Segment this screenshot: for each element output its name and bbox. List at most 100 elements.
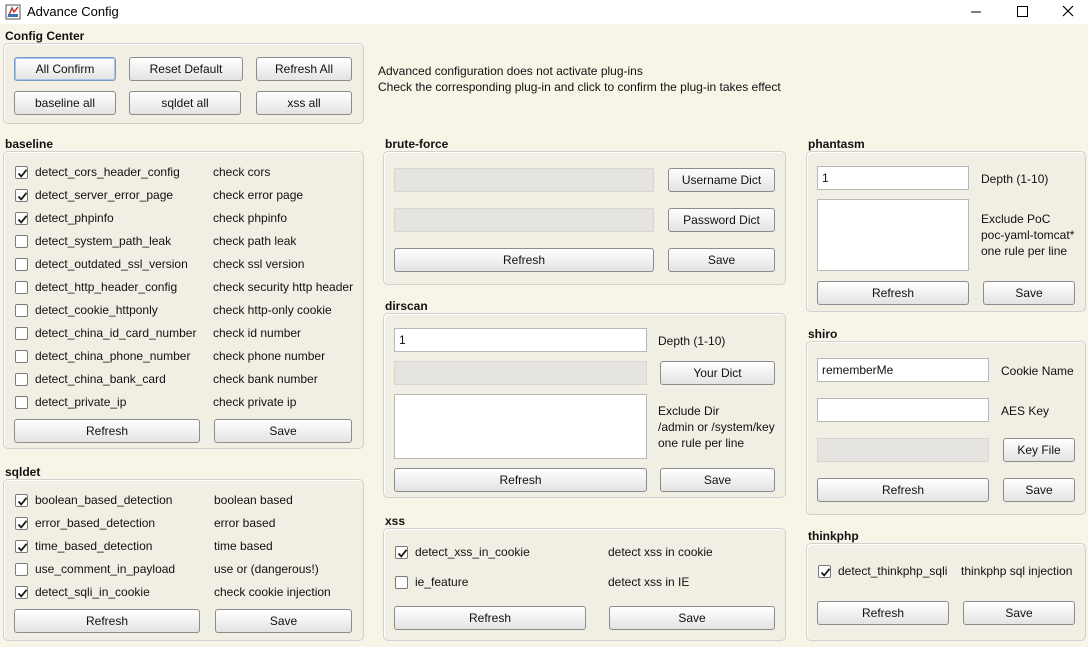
dirscan-exclude-label: Exclude Dir <box>658 404 720 418</box>
checkbox-row-detect-china-phone-number[interactable]: detect_china_phone_number check phone num… <box>4 349 325 363</box>
config-center-panel: All Confirm Reset Default Refresh All ba… <box>3 43 364 124</box>
checkbox[interactable] <box>15 373 28 386</box>
checkbox[interactable] <box>395 576 408 589</box>
shiro-aes-key-input[interactable] <box>817 398 989 422</box>
checkbox[interactable] <box>818 565 831 578</box>
checkbox[interactable] <box>15 517 28 530</box>
xss-save-button[interactable]: Save <box>609 606 775 630</box>
refresh-all-button[interactable]: Refresh All <box>256 57 352 81</box>
checkbox[interactable] <box>15 327 28 340</box>
checkmark-icon <box>17 192 28 201</box>
reset-default-button[interactable]: Reset Default <box>129 57 243 81</box>
maximize-button[interactable] <box>999 0 1045 24</box>
phantasm-depth-input[interactable] <box>817 166 969 190</box>
dirscan-exclude-hint: one rule per line <box>658 436 745 450</box>
shiro-cookie-name-input[interactable] <box>817 358 989 382</box>
checkbox-row-detect-outdated-ssl-version[interactable]: detect_outdated_ssl_version check ssl ver… <box>4 257 304 271</box>
checkbox-row-detect-cookie-httponly[interactable]: detect_cookie_httponly check http-only co… <box>4 303 332 317</box>
username-dict-button[interactable]: Username Dict <box>668 168 775 192</box>
checkbox[interactable] <box>15 563 28 576</box>
checkbox[interactable] <box>15 235 28 248</box>
config-center-title: Config Center <box>5 29 85 43</box>
window-titlebar: Advance Config <box>0 0 1088 24</box>
checkbox-row-time-based-detection[interactable]: time_based_detection time based <box>4 539 273 553</box>
checkbox-row-detect-xss-in-cookie[interactable]: detect_xss_in_cookie detect xss in cookie <box>384 545 713 559</box>
phantasm-refresh-button[interactable]: Refresh <box>817 281 969 305</box>
baseline-all-button[interactable]: baseline all <box>14 91 116 115</box>
checkbox[interactable] <box>395 546 408 559</box>
checkbox-row-detect-cors-header-config[interactable]: detect_cors_header_config check cors <box>4 165 270 179</box>
sqldet-refresh-button[interactable]: Refresh <box>14 609 200 633</box>
shiro-refresh-button[interactable]: Refresh <box>817 478 989 502</box>
thinkphp-save-button[interactable]: Save <box>963 601 1075 625</box>
checkbox[interactable] <box>15 350 28 363</box>
dirscan-refresh-button[interactable]: Refresh <box>394 468 647 492</box>
checkbox[interactable] <box>15 304 28 317</box>
checkbox[interactable] <box>15 166 28 179</box>
xss-panel: detect_xss_in_cookie detect xss in cookie… <box>383 528 786 641</box>
checkbox[interactable] <box>15 494 28 507</box>
xss-refresh-button[interactable]: Refresh <box>394 606 586 630</box>
checkbox-row-detect-thinkphp-sqli[interactable]: detect_thinkphp_sqli thinkphp sql injecti… <box>807 564 1072 578</box>
checkbox-row-detect-server-error-page[interactable]: detect_server_error_page check error page <box>4 188 303 202</box>
dirscan-exclude-textarea[interactable] <box>394 394 647 459</box>
sqldet-all-button[interactable]: sqldet all <box>129 91 241 115</box>
brute-force-refresh-button[interactable]: Refresh <box>394 248 654 272</box>
checkbox[interactable] <box>15 540 28 553</box>
checkbox-description: thinkphp sql injection <box>961 564 1073 578</box>
checkbox-row-boolean-based-detection[interactable]: boolean_based_detection boolean based <box>4 493 293 507</box>
checkbox[interactable] <box>15 258 28 271</box>
checkbox-row-detect-phpinfo[interactable]: detect_phpinfo check phpinfo <box>4 211 287 225</box>
checkbox-row-detect-private-ip[interactable]: detect_private_ip check private ip <box>4 395 296 409</box>
close-button[interactable] <box>1045 0 1088 24</box>
checkbox[interactable] <box>15 189 28 202</box>
checkbox-description: check id number <box>213 326 302 340</box>
dirscan-save-button[interactable]: Save <box>660 468 775 492</box>
checkbox-row-error-based-detection[interactable]: error_based_detection error based <box>4 516 275 530</box>
your-dict-button[interactable]: Your Dict <box>660 361 775 385</box>
key-file-button[interactable]: Key File <box>1003 438 1075 462</box>
baseline-refresh-button[interactable]: Refresh <box>14 419 200 443</box>
checkbox-row-detect-sqli-in-cookie[interactable]: detect_sqli_in_cookie check cookie inject… <box>4 585 331 599</box>
checkmark-icon <box>17 497 28 506</box>
phantasm-exclude-label: Exclude PoC <box>981 212 1051 226</box>
checkbox-label: detect_thinkphp_sqli <box>838 564 948 578</box>
checkbox[interactable] <box>15 281 28 294</box>
checkbox[interactable] <box>15 396 28 409</box>
checkbox-row-ie-feature[interactable]: ie_feature detect xss in IE <box>384 575 689 589</box>
checkbox-row-detect-china-bank-card[interactable]: detect_china_bank_card check bank number <box>4 372 318 386</box>
phantasm-save-button[interactable]: Save <box>983 281 1075 305</box>
dirscan-depth-label: Depth (1-10) <box>658 334 726 348</box>
checkbox-description: use or (dangerous!) <box>214 562 319 576</box>
dirscan-dict-field[interactable] <box>394 361 647 385</box>
thinkphp-refresh-button[interactable]: Refresh <box>817 601 949 625</box>
minimize-button[interactable] <box>953 0 999 24</box>
checkbox-label: ie_feature <box>415 575 469 589</box>
baseline-save-button[interactable]: Save <box>214 419 352 443</box>
close-icon <box>1062 5 1074 17</box>
xss-all-button[interactable]: xss all <box>256 91 352 115</box>
checkbox-description: boolean based <box>214 493 293 507</box>
sqldet-save-button[interactable]: Save <box>215 609 352 633</box>
phantasm-exclude-hint: one rule per line <box>981 244 1068 258</box>
checkbox-row-detect-http-header-config[interactable]: detect_http_header_config check security … <box>4 280 353 294</box>
shiro-save-button[interactable]: Save <box>1003 478 1075 502</box>
all-confirm-button[interactable]: All Confirm <box>14 57 116 81</box>
checkbox[interactable] <box>15 212 28 225</box>
shiro-key-file-field[interactable] <box>817 438 989 462</box>
username-dict-field[interactable] <box>394 168 654 192</box>
checkbox-label: time_based_detection <box>35 539 153 553</box>
password-dict-button[interactable]: Password Dict <box>668 208 775 232</box>
checkbox-description: check cors <box>213 165 271 179</box>
brute-force-save-button[interactable]: Save <box>668 248 775 272</box>
dirscan-depth-input[interactable] <box>394 328 647 352</box>
password-dict-field[interactable] <box>394 208 654 232</box>
checkbox-description: detect xss in cookie <box>608 545 713 559</box>
checkbox-row-use-comment-in-payload[interactable]: use_comment_in_payload use or (dangerous!… <box>4 562 319 576</box>
checkbox-label: detect_private_ip <box>35 395 127 409</box>
phantasm-exclude-textarea[interactable] <box>817 199 969 271</box>
checkbox-row-detect-china-id-card-number[interactable]: detect_china_id_card_number check id numb… <box>4 326 301 340</box>
checkbox-row-detect-system-path-leak[interactable]: detect_system_path_leak check path leak <box>4 234 296 248</box>
checkbox[interactable] <box>15 586 28 599</box>
phantasm-title: phantasm <box>808 137 865 151</box>
